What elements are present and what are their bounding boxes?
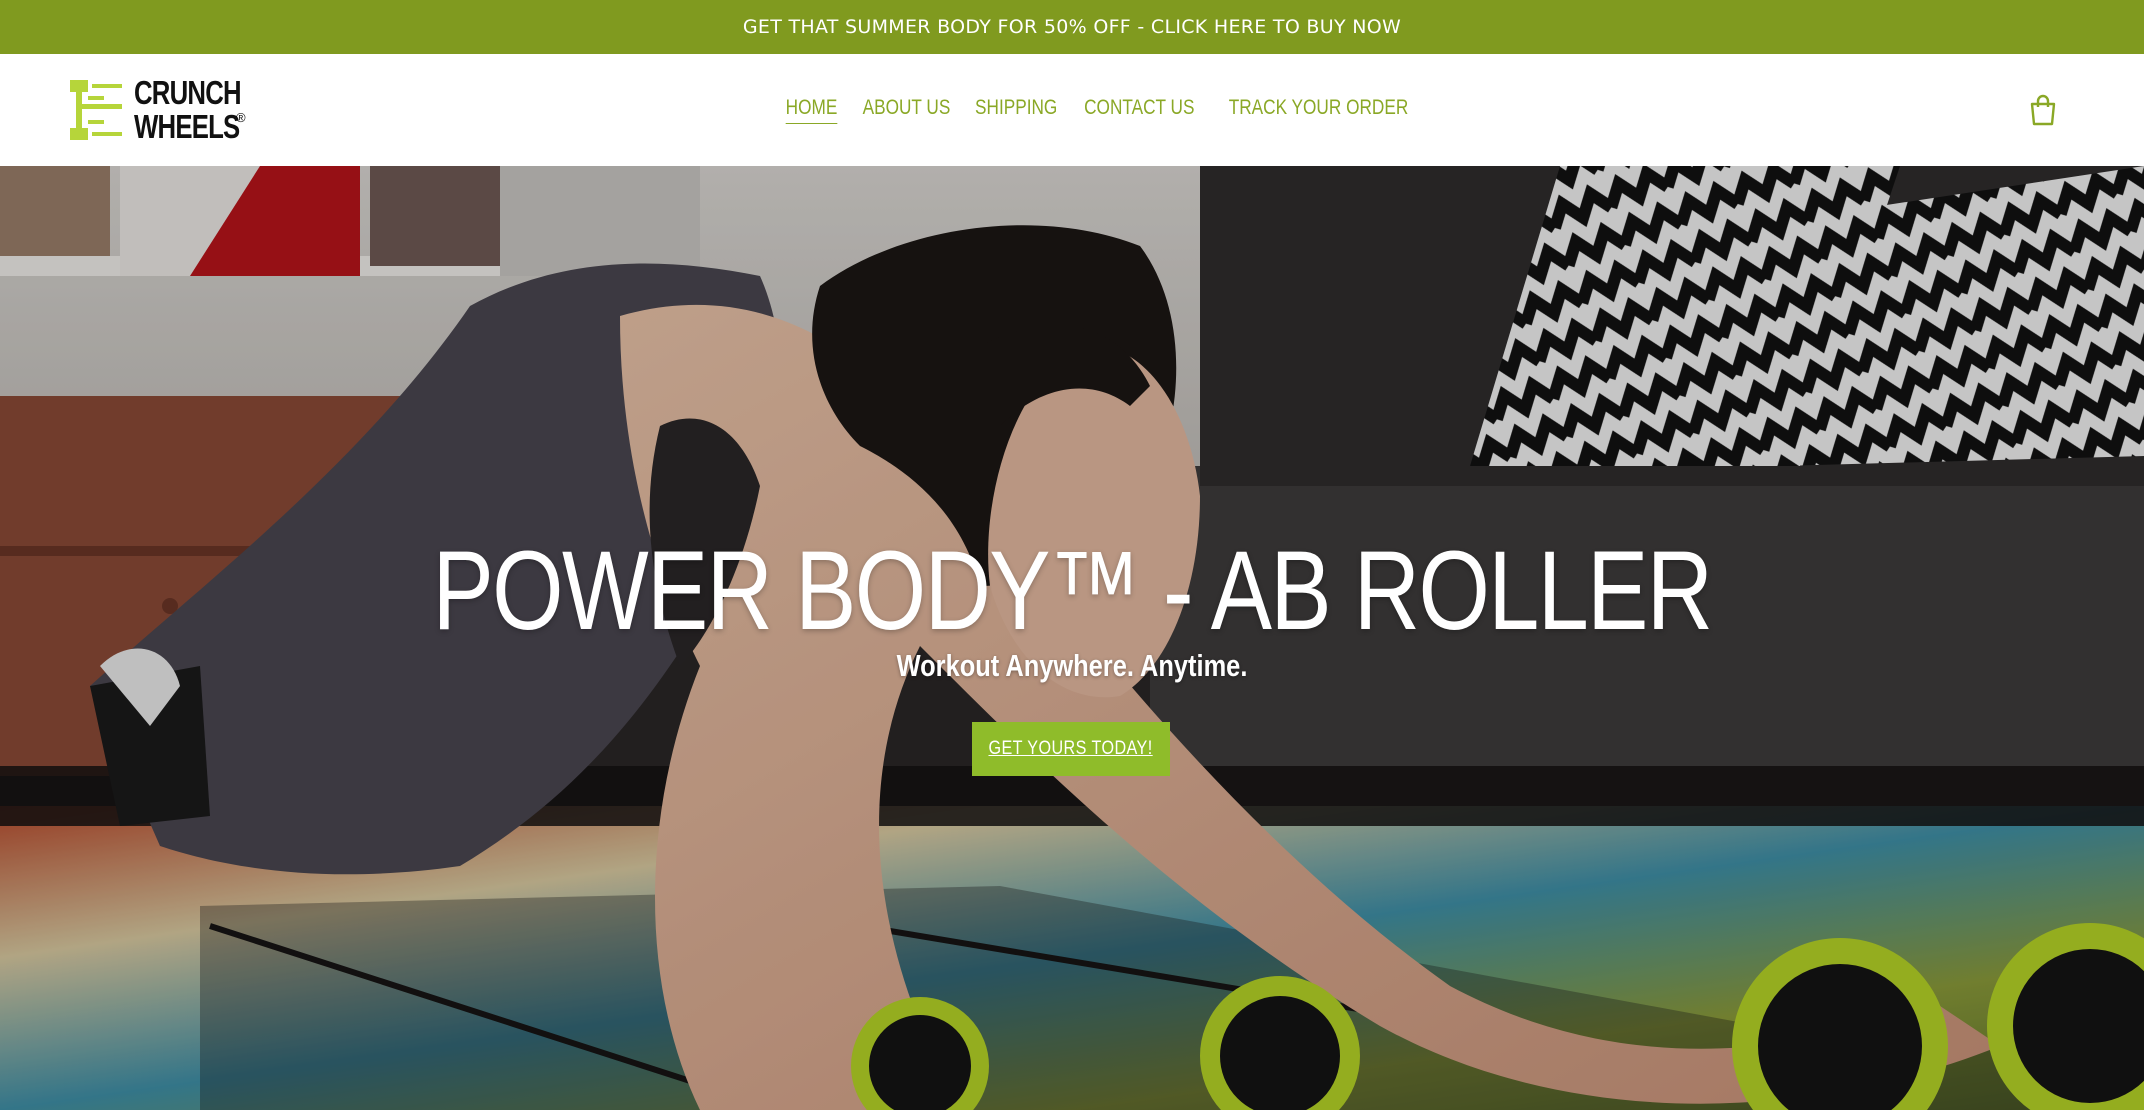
brand-line-1: CRUNCH bbox=[134, 74, 242, 111]
nav-item-about-us[interactable]: ABOUT US bbox=[863, 96, 951, 124]
dumbbell-icon bbox=[68, 76, 126, 144]
brand-wordmark: CRUNCH WHEELS bbox=[134, 76, 271, 144]
main-nav: HOME ABOUT US SHIPPING CONTACT US TRACK … bbox=[780, 96, 1428, 124]
brand-logo[interactable]: CRUNCH WHEELS bbox=[68, 74, 258, 146]
shopping-bag-icon bbox=[2030, 94, 2056, 126]
hero-subtitle: Workout Anywhere. Anytime. bbox=[896, 648, 1248, 683]
announcement-bar: GET THAT SUMMER BODY FOR 50% OFF - CLICK… bbox=[0, 0, 2144, 54]
site-header: CRUNCH WHEELS ® HOME ABOUT US SHIPPING C… bbox=[0, 54, 2144, 166]
hero-banner: POWER BODY™ - AB ROLLER Workout Anywhere… bbox=[0, 166, 2144, 1110]
brand-line-2: WHEELS bbox=[134, 108, 240, 145]
announcement-link[interactable]: GET THAT SUMMER BODY FOR 50% OFF - CLICK… bbox=[743, 16, 1401, 38]
hero-button-label: GET YOURS TODAY! bbox=[988, 738, 1154, 759]
nav-item-contact-us[interactable]: CONTACT US bbox=[1084, 96, 1194, 124]
nav-item-home[interactable]: HOME bbox=[785, 96, 838, 124]
nav-item-track-your-order[interactable]: TRACK YOUR ORDER bbox=[1229, 96, 1409, 124]
get-yours-today-button[interactable]: GET YOURS TODAY! bbox=[972, 722, 1170, 776]
nav-item-shipping[interactable]: SHIPPING bbox=[975, 96, 1057, 124]
registered-mark: ® bbox=[236, 110, 246, 125]
hero-title: POWER BODY™ - AB ROLLER bbox=[432, 528, 1714, 653]
cart-button[interactable] bbox=[2028, 94, 2058, 126]
